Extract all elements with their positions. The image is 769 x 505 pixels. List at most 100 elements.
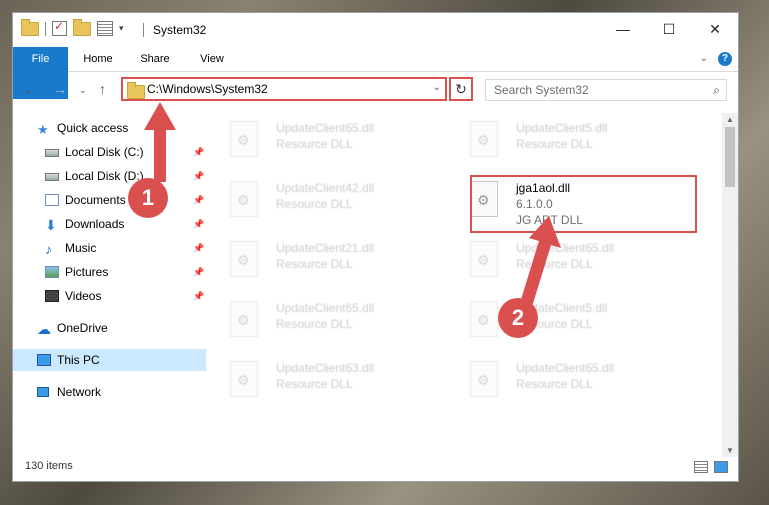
file-item[interactable]: UpdateClient5.dll Resource DLL	[458, 295, 688, 347]
back-arrow-icon[interactable]: ←	[23, 81, 37, 97]
window-controls: — ☐ ✕	[600, 13, 738, 45]
network-icon	[37, 387, 49, 397]
status-bar: 130 items	[13, 453, 738, 481]
search-input[interactable]: Search System32 ⌕	[485, 79, 727, 101]
tab-view[interactable]: View	[190, 47, 234, 71]
pictures-icon	[45, 266, 59, 278]
customize-toolbar-chevron-icon[interactable]: ▾	[119, 23, 124, 34]
file-item[interactable]: UpdateClient65.dll Resource DLL	[458, 355, 688, 407]
toolbar-divider	[45, 21, 46, 36]
sidebar-item-label: Quick access	[57, 121, 129, 135]
file-item[interactable]: UpdateClient65.dll Resource DLL	[458, 235, 688, 287]
forward-arrow-icon[interactable]: →	[53, 81, 67, 97]
pin-icon[interactable]: 📌	[193, 165, 204, 187]
file-item[interactable]: UpdateClient65.dll Resource DLL	[218, 115, 448, 167]
maximize-button[interactable]: ☐	[646, 13, 692, 45]
file-item[interactable]: UpdateClient5.dll Resource DLL	[458, 115, 688, 167]
step-2-arrow-icon	[519, 216, 561, 310]
sidebar-item-music[interactable]: ♪ Music 📌	[13, 237, 206, 259]
tab-home[interactable]: Home	[76, 47, 120, 71]
up-arrow-icon[interactable]: ↑	[99, 81, 106, 97]
disk-icon	[45, 149, 59, 157]
sidebar-item-videos[interactable]: Videos 📌	[13, 285, 206, 307]
dll-file-icon	[230, 301, 258, 337]
pin-icon[interactable]: 📌	[193, 189, 204, 211]
disk-icon	[45, 173, 59, 181]
file-name: UpdateClient63.dll	[276, 361, 375, 375]
file-item[interactable]: UpdateClient65.dll Resource DLL	[218, 295, 448, 347]
sidebar-item-label: Videos	[65, 289, 102, 303]
minimize-button[interactable]: —	[600, 13, 646, 45]
title-bar: ▾ System32 — ☐ ✕	[13, 13, 738, 47]
file-name: UpdateClient5.dll	[516, 121, 608, 135]
quick-access-toolbar: ▾	[21, 18, 124, 36]
download-icon: ⬇	[45, 217, 57, 233]
star-icon: ★	[37, 122, 49, 137]
sidebar-item-this-pc[interactable]: This PC	[13, 349, 206, 371]
expand-ribbon-chevron-icon[interactable]: ⌄	[700, 53, 708, 64]
pc-icon	[37, 354, 51, 366]
recent-locations-chevron-icon[interactable]: ⌄	[79, 85, 87, 96]
sidebar-item-onedrive[interactable]: ☁ OneDrive	[13, 317, 206, 339]
vertical-scrollbar[interactable]: ▲ ▼	[722, 113, 738, 457]
pin-icon[interactable]: 📌	[193, 141, 204, 163]
search-placeholder: Search System32	[494, 83, 589, 97]
details-view-icon[interactable]	[694, 461, 708, 473]
file-item[interactable]: UpdateClient42.dll Resource DLL	[218, 175, 448, 227]
sidebar-item-label: Pictures	[65, 265, 109, 279]
file-description: Resource DLL	[276, 257, 353, 271]
address-path[interactable]: C:\Windows\System32	[147, 82, 268, 96]
pin-icon[interactable]: 📌	[193, 237, 204, 259]
properties-check-icon[interactable]	[52, 19, 67, 36]
file-name: UpdateClient42.dll	[276, 181, 375, 195]
sidebar-item-documents[interactable]: Documents 📌	[13, 189, 206, 211]
title-divider	[143, 23, 144, 37]
dll-file-icon	[230, 361, 258, 397]
folder-icon	[21, 18, 39, 36]
documents-icon	[45, 194, 59, 206]
dll-file-icon	[470, 301, 498, 337]
step-1-arrow-icon	[144, 102, 176, 182]
file-description: Resource DLL	[276, 377, 353, 391]
file-item[interactable]: UpdateClient63.dll Resource DLL	[218, 355, 448, 407]
sidebar-item-label: Documents	[65, 193, 126, 207]
address-bar[interactable]: C:\Windows\System32 ⌄	[121, 77, 447, 101]
pin-icon[interactable]: 📌	[193, 285, 204, 307]
address-folder-icon	[127, 82, 145, 99]
window-title: System32	[153, 23, 207, 37]
file-explorer-window: ▾ System32 — ☐ ✕ File Home Share View ⌄ …	[12, 12, 739, 482]
pin-icon[interactable]: 📌	[193, 261, 204, 283]
sidebar-item-label: This PC	[57, 353, 100, 367]
tab-share[interactable]: Share	[133, 47, 177, 71]
file-name: UpdateClient65.dll	[516, 361, 615, 375]
sidebar-item-pictures[interactable]: Pictures 📌	[13, 261, 206, 283]
sidebar-item-label: Music	[65, 241, 97, 255]
refresh-button[interactable]: ↻	[449, 77, 473, 101]
close-button[interactable]: ✕	[692, 13, 738, 45]
address-dropdown-chevron-icon[interactable]: ⌄	[433, 82, 441, 93]
file-description: Resource DLL	[276, 317, 353, 331]
sidebar-item-label: Local Disk (C:)	[65, 145, 144, 159]
file-item[interactable]: UpdateClient21.dll Resource DLL	[218, 235, 448, 287]
item-count: 130 items	[25, 460, 73, 472]
large-icons-view-icon[interactable]	[714, 461, 728, 473]
help-icon[interactable]: ?	[718, 52, 732, 66]
music-icon: ♪	[45, 241, 52, 257]
dll-file-icon	[230, 181, 258, 217]
scroll-thumb[interactable]	[725, 127, 735, 187]
properties-icon[interactable]	[97, 21, 113, 36]
file-description: Resource DLL	[516, 137, 593, 151]
pin-icon[interactable]: 📌	[193, 213, 204, 235]
sidebar-item-downloads[interactable]: ⬇ Downloads 📌	[13, 213, 206, 235]
new-folder-icon[interactable]	[73, 18, 91, 36]
video-icon	[45, 290, 59, 302]
sidebar-item-label: Local Disk (D:)	[65, 169, 144, 183]
scroll-up-icon[interactable]: ▲	[726, 115, 734, 124]
dll-file-icon	[230, 121, 258, 157]
cloud-icon: ☁	[37, 321, 51, 337]
dll-file-icon	[470, 121, 498, 157]
sidebar-item-network[interactable]: Network	[13, 381, 206, 403]
ribbon-tabs: File Home Share View ⌄ ?	[13, 47, 738, 99]
file-description: Resource DLL	[276, 197, 353, 211]
sidebar-item-label: OneDrive	[57, 321, 108, 335]
